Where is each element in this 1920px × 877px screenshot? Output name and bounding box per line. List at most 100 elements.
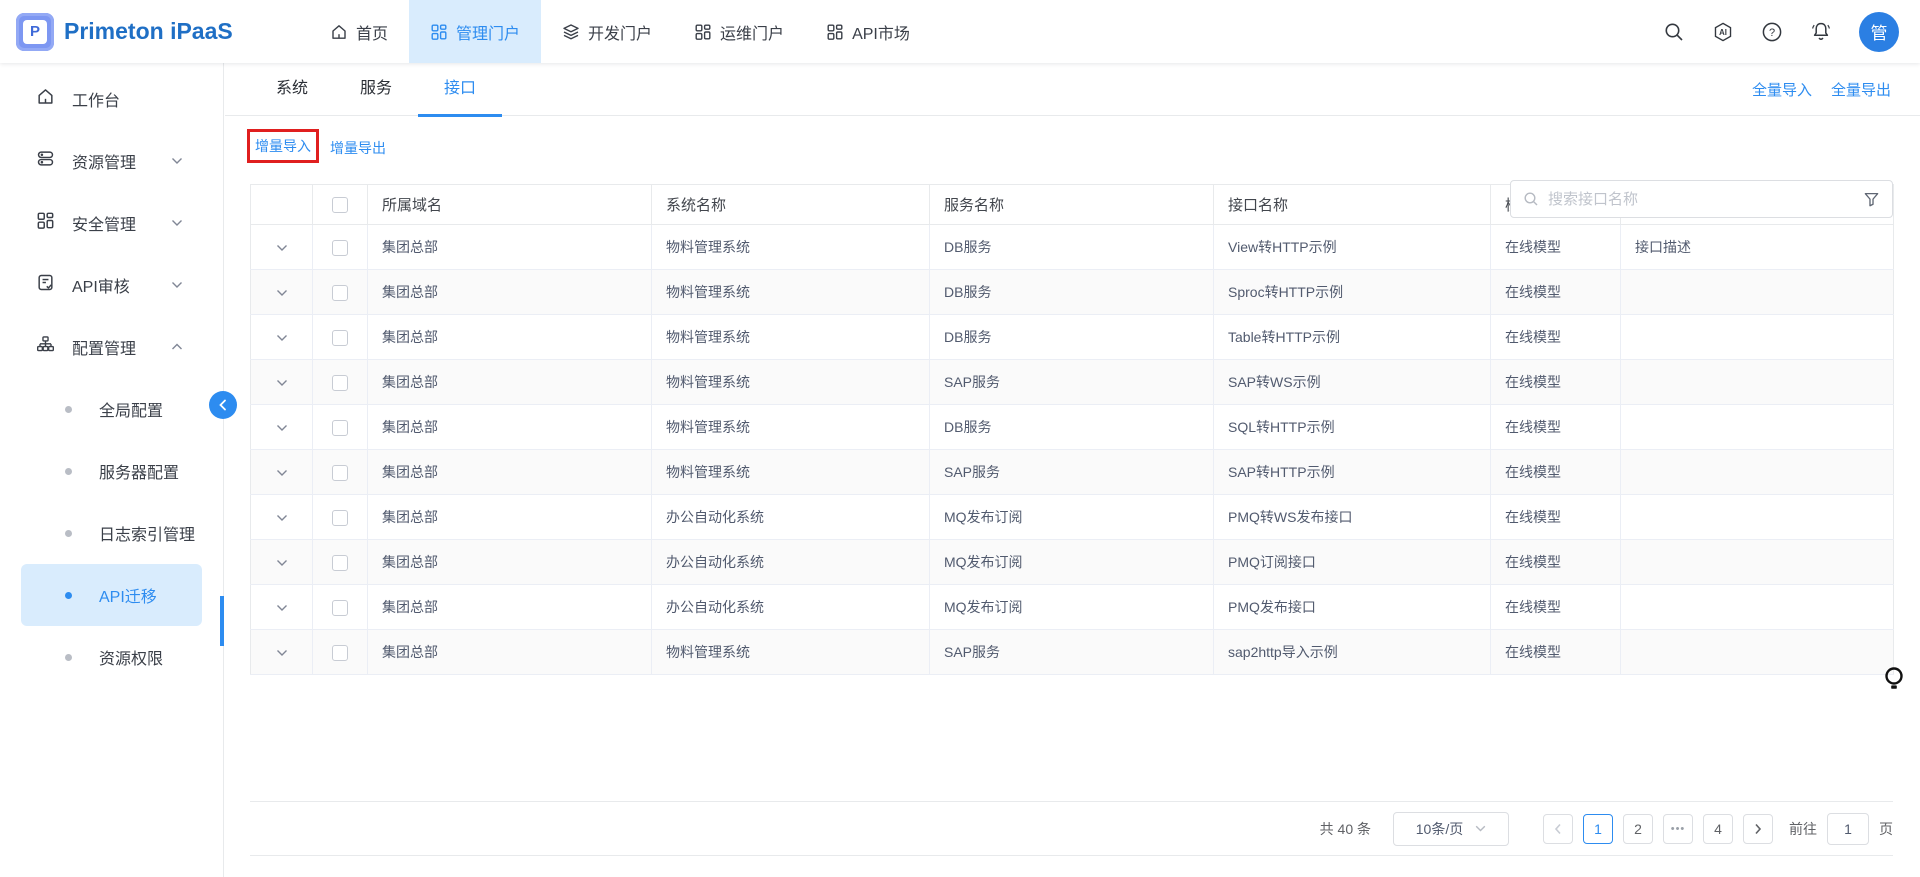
row-checkbox[interactable] bbox=[332, 465, 348, 481]
full-export-link[interactable]: 全量导出 bbox=[1831, 79, 1891, 100]
table-row: 集团总部物料管理系统DB服务Table转HTTP示例在线模型 bbox=[251, 315, 1894, 360]
sidebar-collapse-button[interactable] bbox=[209, 391, 237, 419]
expand-row-icon[interactable] bbox=[276, 244, 288, 252]
row-checkbox[interactable] bbox=[332, 240, 348, 256]
page-size-select[interactable]: 10条/页 bbox=[1393, 812, 1509, 846]
expand-row-icon[interactable] bbox=[276, 514, 288, 522]
expand-row-icon[interactable] bbox=[276, 559, 288, 567]
sidebar-subitem-global-config[interactable]: 全局配置 bbox=[21, 378, 202, 440]
table-row: 集团总部物料管理系统SAP服务SAP转HTTP示例在线模型 bbox=[251, 450, 1894, 495]
sidebar-subitem-label: 全局配置 bbox=[99, 397, 163, 421]
goto-page-input[interactable] bbox=[1827, 813, 1869, 845]
checkbox-cell bbox=[313, 315, 368, 360]
expand-row-icon[interactable] bbox=[276, 604, 288, 612]
table-cell: 集团总部 bbox=[368, 630, 652, 675]
table-row: 集团总部物料管理系统DB服务SQL转HTTP示例在线模型 bbox=[251, 405, 1894, 450]
nav-item-ops-portal[interactable]: 运维门户 bbox=[673, 0, 805, 63]
table-row: 集团总部办公自动化系统MQ发布订阅PMQ转WS发布接口在线模型 bbox=[251, 495, 1894, 540]
expand-row-icon[interactable] bbox=[276, 334, 288, 342]
top-header: P Primeton iPaaS 首页 管理门户 开发门户 运维门户 API市场… bbox=[0, 0, 1920, 63]
page-button-2[interactable]: 2 bbox=[1623, 814, 1653, 844]
row-checkbox[interactable] bbox=[332, 375, 348, 391]
expand-column-header bbox=[251, 185, 313, 225]
expand-row-icon[interactable] bbox=[276, 379, 288, 387]
prev-page-button[interactable] bbox=[1543, 814, 1573, 844]
table-cell: SAP服务 bbox=[930, 630, 1214, 675]
more-pages-button[interactable]: ••• bbox=[1663, 814, 1693, 844]
table-row: 集团总部办公自动化系统MQ发布订阅PMQ发布接口在线模型 bbox=[251, 585, 1894, 630]
select-all-checkbox[interactable] bbox=[332, 197, 348, 213]
incremental-import-link[interactable]: 增量导入 bbox=[255, 138, 311, 154]
row-checkbox[interactable] bbox=[332, 555, 348, 571]
notification-icon[interactable] bbox=[1810, 21, 1832, 43]
full-import-link[interactable]: 全量导入 bbox=[1752, 79, 1812, 100]
help-icon[interactable]: ? bbox=[1761, 21, 1783, 43]
table-cell: View转HTTP示例 bbox=[1214, 225, 1491, 270]
user-avatar[interactable]: 管 bbox=[1859, 12, 1899, 52]
checkbox-cell bbox=[313, 585, 368, 630]
bullet-icon bbox=[65, 654, 72, 661]
nav-item-admin-portal[interactable]: 管理门户 bbox=[409, 0, 541, 63]
nav-item-label: API市场 bbox=[852, 20, 910, 44]
table-cell: PMQ订阅接口 bbox=[1214, 540, 1491, 585]
table-cell: 在线模型 bbox=[1491, 270, 1621, 315]
nav-item-home[interactable]: 首页 bbox=[309, 0, 409, 63]
nav-item-dev-portal[interactable]: 开发门户 bbox=[541, 0, 673, 63]
sidebar-subitem-api-migration[interactable]: API迁移 bbox=[21, 564, 202, 626]
sidebar-subitem-log-index-mgmt[interactable]: 日志索引管理 bbox=[21, 502, 202, 564]
table-cell bbox=[1621, 585, 1894, 630]
table-cell: Sproc转HTTP示例 bbox=[1214, 270, 1491, 315]
brand-logo: P Primeton iPaaS bbox=[0, 0, 224, 63]
row-checkbox[interactable] bbox=[332, 420, 348, 436]
expand-row-icon[interactable] bbox=[276, 424, 288, 432]
row-checkbox[interactable] bbox=[332, 510, 348, 526]
expand-row-icon[interactable] bbox=[276, 649, 288, 657]
search-box bbox=[1510, 180, 1893, 218]
chevron-down-icon bbox=[171, 214, 183, 232]
table-cell: MQ发布订阅 bbox=[930, 585, 1214, 630]
table-cell: MQ发布订阅 bbox=[930, 495, 1214, 540]
page-button-1[interactable]: 1 bbox=[1583, 814, 1613, 844]
tab-service[interactable]: 服务 bbox=[334, 63, 418, 116]
expand-cell bbox=[251, 540, 313, 585]
table-cell: 在线模型 bbox=[1491, 225, 1621, 270]
incremental-export-link[interactable]: 增量导出 bbox=[330, 138, 386, 158]
page-button-4[interactable]: 4 bbox=[1703, 814, 1733, 844]
tab-system[interactable]: 系统 bbox=[250, 63, 334, 116]
table-cell bbox=[1621, 495, 1894, 540]
lightbulb-icon[interactable] bbox=[1882, 665, 1906, 700]
table-cell: SAP服务 bbox=[930, 450, 1214, 495]
sidebar-item-config-mgmt[interactable]: 配置管理 bbox=[0, 316, 223, 378]
nav-item-label: 运维门户 bbox=[720, 20, 784, 44]
next-page-button[interactable] bbox=[1743, 814, 1773, 844]
sidebar-item-api-review[interactable]: API审核 bbox=[0, 254, 223, 316]
row-checkbox[interactable] bbox=[332, 600, 348, 616]
ai-assistant-icon[interactable]: AI bbox=[1712, 21, 1734, 43]
sidebar-item-security-mgmt[interactable]: 安全管理 bbox=[0, 192, 223, 254]
expand-cell bbox=[251, 405, 313, 450]
tab-interface[interactable]: 接口 bbox=[418, 63, 502, 116]
sidebar-item-resource-mgmt[interactable]: 资源管理 bbox=[0, 130, 223, 192]
expand-row-icon[interactable] bbox=[276, 289, 288, 297]
sidebar-item-label: 资源管理 bbox=[72, 149, 136, 173]
table-cell bbox=[1621, 450, 1894, 495]
layers-icon bbox=[562, 23, 580, 41]
search-icon[interactable] bbox=[1663, 21, 1685, 43]
checkbox-cell bbox=[313, 630, 368, 675]
row-checkbox[interactable] bbox=[332, 285, 348, 301]
nav-item-api-market[interactable]: API市场 bbox=[805, 0, 931, 63]
table-cell: 在线模型 bbox=[1491, 405, 1621, 450]
expand-row-icon[interactable] bbox=[276, 469, 288, 477]
row-checkbox[interactable] bbox=[332, 330, 348, 346]
filter-icon[interactable] bbox=[1863, 191, 1880, 208]
table-cell: PMQ转WS发布接口 bbox=[1214, 495, 1491, 540]
search-input[interactable] bbox=[1548, 191, 1854, 208]
sidebar-subitem-server-config[interactable]: 服务器配置 bbox=[21, 440, 202, 502]
sidebar-item-label: API审核 bbox=[72, 273, 130, 297]
sidebar-item-label: 安全管理 bbox=[72, 211, 136, 235]
row-checkbox[interactable] bbox=[332, 645, 348, 661]
checkbox-cell bbox=[313, 225, 368, 270]
table-cell: 在线模型 bbox=[1491, 450, 1621, 495]
sidebar-subitem-resource-permission[interactable]: 资源权限 bbox=[21, 626, 202, 688]
sidebar-item-workbench[interactable]: 工作台 bbox=[0, 68, 223, 130]
